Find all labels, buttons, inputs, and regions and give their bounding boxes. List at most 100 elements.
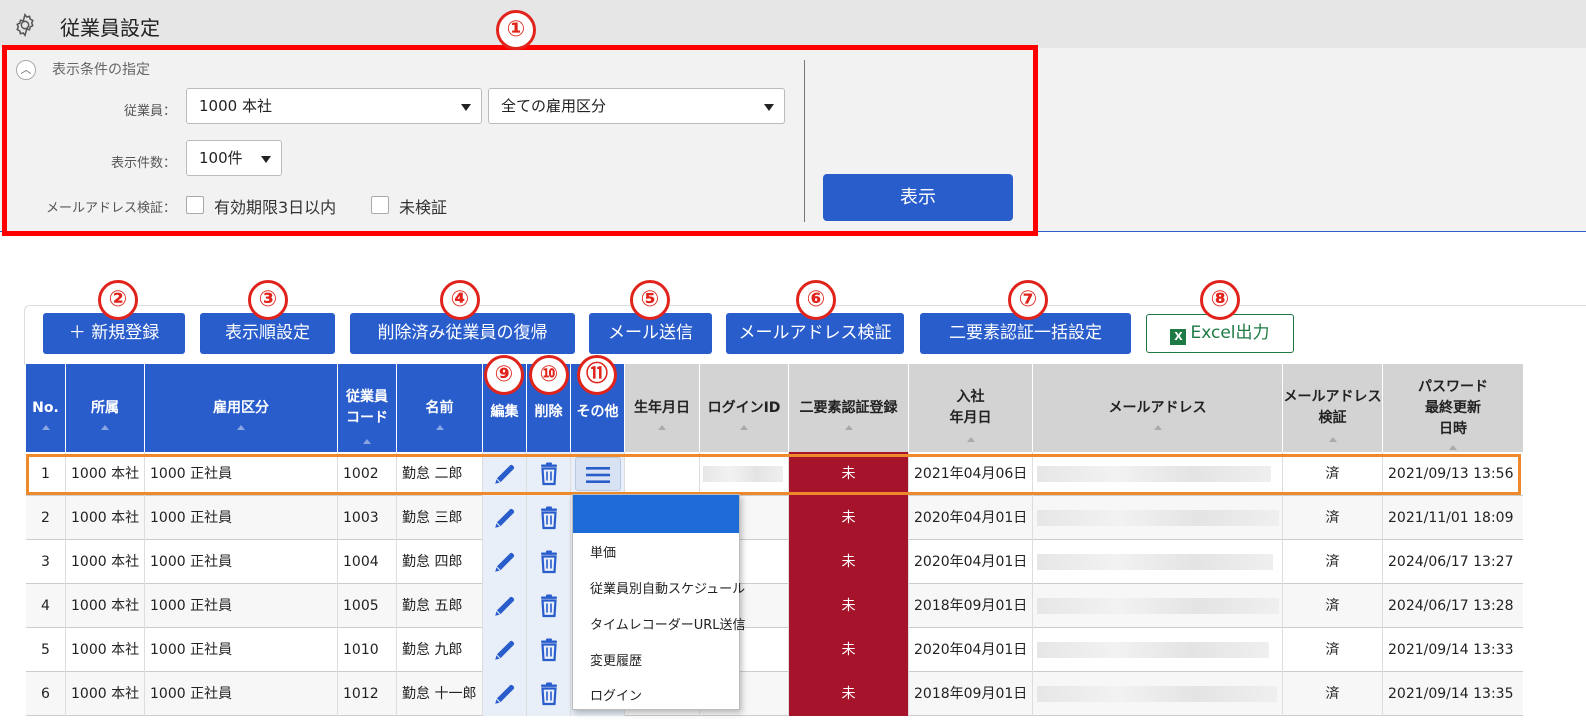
blurred-email <box>1037 642 1269 658</box>
cell-employment: 1000 正社員 <box>145 628 338 672</box>
col-header-login-id-label: ログインID <box>707 399 781 416</box>
sort-icon <box>101 425 109 430</box>
delete-cell <box>527 672 571 716</box>
col-header-code-line2: コード <box>346 410 388 426</box>
cell-employment: 1000 正社員 <box>145 584 338 628</box>
excel-export-label: Excel出力 <box>1190 323 1270 343</box>
sort-icon <box>435 425 444 430</box>
cell-affiliation: 1000 本社 <box>66 540 145 584</box>
col-header-affiliation[interactable]: 所属 <box>66 364 145 452</box>
cell-affiliation: 1000 本社 <box>66 628 145 672</box>
menu-item-auto-schedule[interactable]: 従業員別自動スケジュール <box>590 578 745 597</box>
cell-employment: 1000 正社員 <box>145 540 338 584</box>
col-header-mfa[interactable]: 二要素認証登録 <box>789 364 909 452</box>
cell-affiliation: 1000 本社 <box>66 496 145 540</box>
delete-cell <box>527 584 571 628</box>
menu-item-timerecorder-url[interactable]: タイムレコーダーURL送信 <box>590 614 746 633</box>
callout-11: ⑪ <box>577 355 617 395</box>
edit-pencil-icon[interactable] <box>492 640 518 660</box>
callout-10: ⑩ <box>529 355 569 395</box>
blurred-email <box>1037 686 1277 702</box>
cell-mfa-status: 未 <box>789 496 909 540</box>
cell-name: 勤怠 五郎 <box>397 584 483 628</box>
col-header-code[interactable]: 従業員 コード <box>338 364 397 452</box>
blurred-email <box>1037 598 1279 614</box>
cell-email <box>1033 540 1283 584</box>
cell-code: 1004 <box>338 540 397 584</box>
delete-trash-icon[interactable] <box>538 506 560 530</box>
menu-item-login[interactable]: ログイン <box>590 685 642 704</box>
table-row: 3 1000 本社 1000 正社員 1004 勤怠 四郎 未 2020年04月01日 済 20… <box>26 540 1523 584</box>
delete-trash-icon[interactable] <box>538 550 560 574</box>
col-header-birth-label: 生年月日 <box>634 399 690 416</box>
col-header-no[interactable]: No. <box>26 364 66 452</box>
cell-employment: 1000 正社員 <box>145 496 338 540</box>
cell-email <box>1033 584 1283 628</box>
callout-3: ③ <box>248 280 288 320</box>
other-menu-dropdown: 単価 従業員別自動スケジュール タイムレコーダーURL送信 変更履歴 ログイン <box>572 494 746 710</box>
delete-trash-icon[interactable] <box>538 682 560 706</box>
gear-icon <box>16 13 34 37</box>
col-header-employment[interactable]: 雇用区分 <box>145 364 338 452</box>
col-header-join-date[interactable]: 入社 年月日 <box>909 364 1033 452</box>
callout-7: ⑦ <box>1008 280 1048 320</box>
col-header-verify-label: メールアドレス 検証 <box>1284 387 1382 429</box>
edit-pencil-icon[interactable] <box>492 684 518 704</box>
page-title: 従業員設定 <box>60 16 160 40</box>
cell-join-date: 2018年09月01日 <box>909 672 1033 716</box>
cell-no: 4 <box>26 584 66 628</box>
edit-cell <box>483 540 527 584</box>
cell-join-date: 2020年04月01日 <box>909 540 1033 584</box>
cell-code: 1010 <box>338 628 397 672</box>
col-header-birth[interactable]: 生年月日 <box>625 364 700 452</box>
edit-cell <box>483 496 527 540</box>
edit-pencil-icon[interactable] <box>492 508 518 528</box>
edit-pencil-icon[interactable] <box>492 552 518 572</box>
col-header-name-label: 名前 <box>425 399 454 416</box>
col-header-name[interactable]: 名前 <box>397 364 483 452</box>
cell-mfa-status: 未 <box>789 584 909 628</box>
callout-9: ⑨ <box>484 355 524 395</box>
cell-mfa-status: 未 <box>789 540 909 584</box>
col-header-affiliation-label: 所属 <box>91 399 119 416</box>
cell-no: 3 <box>26 540 66 584</box>
edit-cell <box>483 628 527 672</box>
cell-code: 1012 <box>338 672 397 716</box>
col-header-email-verified[interactable]: メールアドレス 検証 <box>1283 364 1383 452</box>
cell-email <box>1033 628 1283 672</box>
sort-icon <box>237 425 245 430</box>
title-bar: 従業員設定 <box>0 0 1586 48</box>
delete-trash-icon[interactable] <box>538 638 560 662</box>
cell-code: 1005 <box>338 584 397 628</box>
edit-cell <box>483 584 527 628</box>
excel-icon: X <box>1170 329 1187 345</box>
other-menu-highlight <box>573 495 739 533</box>
sort-icon <box>1449 445 1457 450</box>
cell-password-updated: 2021/11/01 18:09 <box>1388 510 1514 526</box>
delete-trash-icon[interactable] <box>538 594 560 618</box>
sort-icon <box>658 425 666 430</box>
cell-affiliation: 1000 本社 <box>66 584 145 628</box>
cell-password-updated: 2024/06/17 13:27 <box>1388 554 1514 570</box>
plus-icon: ＋ <box>68 323 92 343</box>
col-header-login-id[interactable]: ログインID <box>700 364 789 452</box>
callout-4: ④ <box>440 280 480 320</box>
delete-cell <box>527 628 571 672</box>
col-header-password-updated[interactable]: パスワード 最終更新 日時 <box>1383 364 1523 452</box>
col-header-email[interactable]: メールアドレス <box>1033 364 1283 452</box>
menu-item-change-history[interactable]: 変更履歴 <box>590 650 642 669</box>
cell-email-verified: 済 <box>1283 584 1383 628</box>
col-header-pwd-line1: パスワード <box>1418 378 1488 395</box>
sort-icon <box>740 425 748 430</box>
cell-affiliation: 1000 本社 <box>66 672 145 716</box>
col-header-edit-label: 編集 <box>490 403 519 420</box>
edit-pencil-icon[interactable] <box>492 596 518 616</box>
table-row: 2 1000 本社 1000 正社員 1003 勤怠 三郎 未 2020年04月01日 済 20… <box>26 496 1523 540</box>
table-row: 5 1000 本社 1000 正社員 1010 勤怠 九郎 未 2020年04月01日 済 20… <box>26 628 1523 672</box>
col-header-no-label: No. <box>32 399 59 416</box>
blurred-email <box>1037 510 1279 526</box>
menu-item-unit-price[interactable]: 単価 <box>590 542 616 561</box>
callout-8: ⑧ <box>1200 280 1240 320</box>
cell-name: 勤怠 十一郎 <box>397 672 483 716</box>
callout-6: ⑥ <box>796 280 836 320</box>
